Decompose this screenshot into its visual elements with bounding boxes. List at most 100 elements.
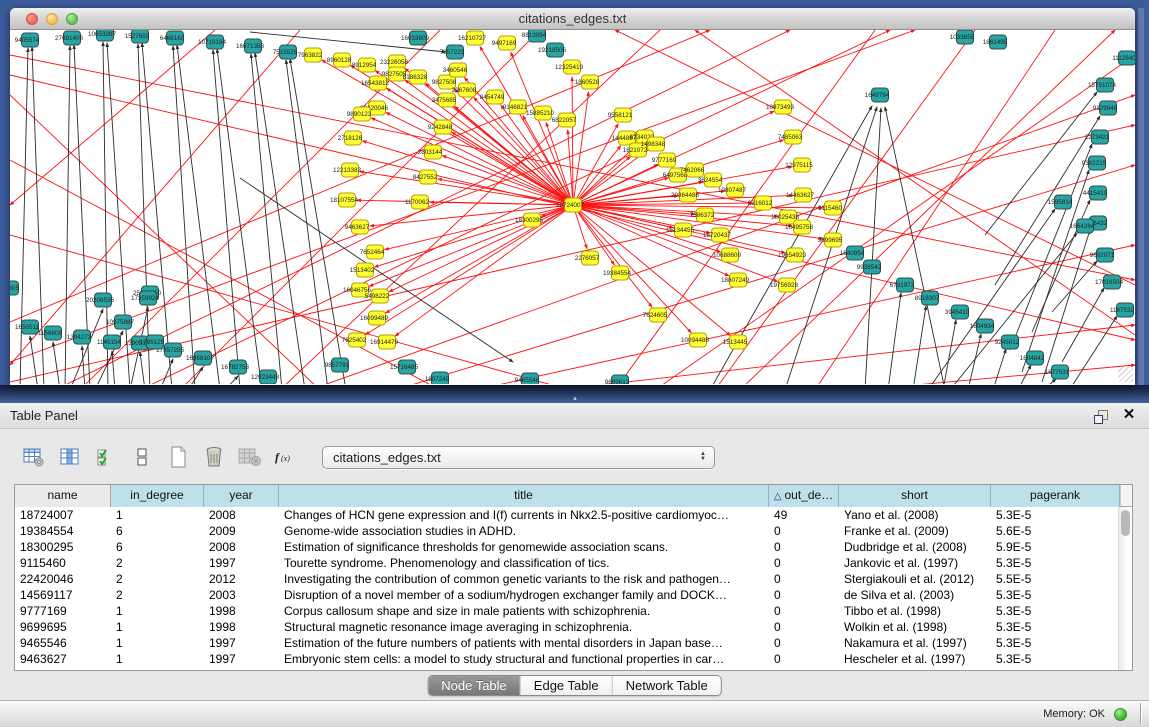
memory-ok-indicator-icon[interactable] xyxy=(1114,708,1127,721)
table-cell[interactable]: 0 xyxy=(769,555,839,571)
graph-panel-splitter[interactable]: ▴ xyxy=(0,385,1149,403)
table-cell[interactable]: Stergiakouli et al. (2012) xyxy=(839,571,991,587)
table-cell[interactable]: 2 xyxy=(111,555,204,571)
table-cell[interactable]: 5.3E-5 xyxy=(991,555,1120,571)
table-cell[interactable]: Changes of HCN gene expression and I(f) … xyxy=(279,507,769,523)
table-cell[interactable]: 0 xyxy=(769,635,839,651)
table-row[interactable]: 977716911998Corpus callosum shape and si… xyxy=(15,603,1132,619)
function-builder-icon[interactable]: f(x) xyxy=(272,445,299,469)
network-view-window[interactable]: citations_edges.txt 94055742769140610653… xyxy=(10,8,1135,385)
table-cell[interactable]: Tourette syndrome. Phenomenology and cla… xyxy=(279,555,769,571)
table-cell[interactable]: Franke et al. (2009) xyxy=(839,523,991,539)
table-cell[interactable]: 9115460 xyxy=(15,555,111,571)
show-column-icon[interactable] xyxy=(56,445,83,469)
table-select[interactable]: citations_edges.txt ▲▼ xyxy=(322,446,715,469)
table-cell[interactable]: 5.9E-5 xyxy=(991,539,1120,555)
table-cell[interactable]: 2008 xyxy=(204,507,279,523)
table-cell[interactable]: 0 xyxy=(769,539,839,555)
column-header-in_degree[interactable]: in_degree xyxy=(111,485,204,507)
table-row[interactable]: 946554611997Estimation of the future num… xyxy=(15,635,1132,651)
table-row[interactable]: 1830029562008Estimation of significance … xyxy=(15,539,1132,555)
row-height-icon[interactable] xyxy=(128,445,155,469)
table-cell[interactable]: 9699695 xyxy=(15,619,111,635)
table-cell[interactable]: 0 xyxy=(769,603,839,619)
table-cell[interactable]: 1 xyxy=(111,651,204,667)
table-cell[interactable]: Disruption of a novel member of a sodium… xyxy=(279,587,769,603)
table-cell[interactable]: 1997 xyxy=(204,555,279,571)
table-cell[interactable]: 1 xyxy=(111,603,204,619)
table-cell[interactable]: 19384554 xyxy=(15,523,111,539)
table-cell[interactable]: Yano et al. (2008) xyxy=(839,507,991,523)
column-header-year[interactable]: year xyxy=(204,485,279,507)
table-row[interactable]: 1456911722003Disruption of a novel membe… xyxy=(15,587,1132,603)
table-cell[interactable]: Investigating the contribution of common… xyxy=(279,571,769,587)
column-header-short[interactable]: short xyxy=(839,485,991,507)
tab-network-table[interactable]: Network Table xyxy=(613,676,721,695)
table-cell[interactable]: Jankovic et al. (1997) xyxy=(839,555,991,571)
table-cell[interactable]: 5.3E-5 xyxy=(991,507,1120,523)
table-cell[interactable]: 6 xyxy=(111,539,204,555)
column-header-out_de[interactable]: △out_de… xyxy=(769,485,839,507)
table-cell[interactable]: 9465546 xyxy=(15,635,111,651)
float-panel-icon[interactable] xyxy=(1093,408,1109,424)
table-cell[interactable]: 2 xyxy=(111,587,204,603)
table-cell[interactable]: 6 xyxy=(111,523,204,539)
table-cell[interactable]: 49 xyxy=(769,507,839,523)
select-rows-icon[interactable] xyxy=(92,445,119,469)
table-cell[interactable]: 0 xyxy=(769,619,839,635)
table-cell[interactable]: 18724007 xyxy=(15,507,111,523)
table-cell[interactable]: Structural magnetic resonance image aver… xyxy=(279,619,769,635)
table-row[interactable]: 969969511998Structural magnetic resonanc… xyxy=(15,619,1132,635)
table-cell[interactable]: 2012 xyxy=(204,571,279,587)
table-cell[interactable]: Estimation of the future numbers of pati… xyxy=(279,635,769,651)
network-canvas[interactable]: 9405574276914061065328715276026466160107… xyxy=(10,30,1135,384)
table-row[interactable]: 2242004622012Investigating the contribut… xyxy=(15,571,1132,587)
close-panel-icon[interactable]: ✕ xyxy=(1121,407,1137,423)
network-graph[interactable]: 9405574276914061065328715276026466160107… xyxy=(10,30,1135,384)
tab-edge-table[interactable]: Edge Table xyxy=(521,676,613,695)
table-cell[interactable]: 5.5E-5 xyxy=(991,571,1120,587)
table-cell[interactable]: 5.3E-5 xyxy=(991,635,1120,651)
table-cell[interactable]: 0 xyxy=(769,523,839,539)
table-row[interactable]: 946362711997Embryonic stem cells: a mode… xyxy=(15,651,1132,667)
table-cell[interactable]: 5.3E-5 xyxy=(991,619,1120,635)
table-cell[interactable]: 2003 xyxy=(204,587,279,603)
table-cell[interactable]: Estimation of significance thresholds fo… xyxy=(279,539,769,555)
table-cell[interactable]: 1 xyxy=(111,635,204,651)
table-cell[interactable]: 2 xyxy=(111,571,204,587)
table-cell[interactable]: 1 xyxy=(111,507,204,523)
new-table-icon[interactable] xyxy=(164,445,191,469)
table-cell[interactable]: Dudbridge et al. (2008) xyxy=(839,539,991,555)
table-cell[interactable]: 1997 xyxy=(204,635,279,651)
delete-table-icon[interactable] xyxy=(200,445,227,469)
column-header-pagerank[interactable]: pagerank xyxy=(991,485,1120,507)
table-cell[interactable]: 1 xyxy=(111,619,204,635)
table-cell[interactable]: 18300295 xyxy=(15,539,111,555)
table-cell[interactable]: 22420046 xyxy=(15,571,111,587)
table-row[interactable]: 1872400712008Changes of HCN gene express… xyxy=(15,507,1132,523)
table-cell[interactable]: Tibbo et al. (1998) xyxy=(839,603,991,619)
table-cell[interactable]: 9463627 xyxy=(15,651,111,667)
table-row[interactable]: 911546021997Tourette syndrome. Phenomeno… xyxy=(15,555,1132,571)
window-titlebar[interactable]: citations_edges.txt xyxy=(10,8,1135,30)
table-vertical-scrollbar[interactable] xyxy=(1118,507,1132,670)
table-cell[interactable]: 5.3E-5 xyxy=(991,603,1120,619)
table-cell[interactable]: 14569117 xyxy=(15,587,111,603)
table-cell[interactable]: 1997 xyxy=(204,651,279,667)
table-cell[interactable]: 1998 xyxy=(204,619,279,635)
table-cell[interactable]: Hescheler et al. (1997) xyxy=(839,651,991,667)
table-cell[interactable]: 2009 xyxy=(204,523,279,539)
table-cell[interactable]: 5.3E-5 xyxy=(991,587,1120,603)
table-cell[interactable]: Nakamura et al. (1997) xyxy=(839,635,991,651)
table-cell[interactable]: Embryonic stem cells: a model to study s… xyxy=(279,651,769,667)
delete-column-disabled-icon[interactable] xyxy=(236,445,263,469)
table-cell[interactable]: Wolkin et al. (1998) xyxy=(839,619,991,635)
tab-node-table[interactable]: Node Table xyxy=(428,676,521,695)
table-row[interactable]: 1938455462009Genome-wide association stu… xyxy=(15,523,1132,539)
table-cell[interactable]: 5.6E-5 xyxy=(991,523,1120,539)
table-cell[interactable]: 0 xyxy=(769,571,839,587)
table-settings-icon[interactable] xyxy=(20,445,47,469)
table-cell[interactable]: 2008 xyxy=(204,539,279,555)
column-header-title[interactable]: title xyxy=(279,485,769,507)
table-cell[interactable]: Corpus callosum shape and size in male p… xyxy=(279,603,769,619)
